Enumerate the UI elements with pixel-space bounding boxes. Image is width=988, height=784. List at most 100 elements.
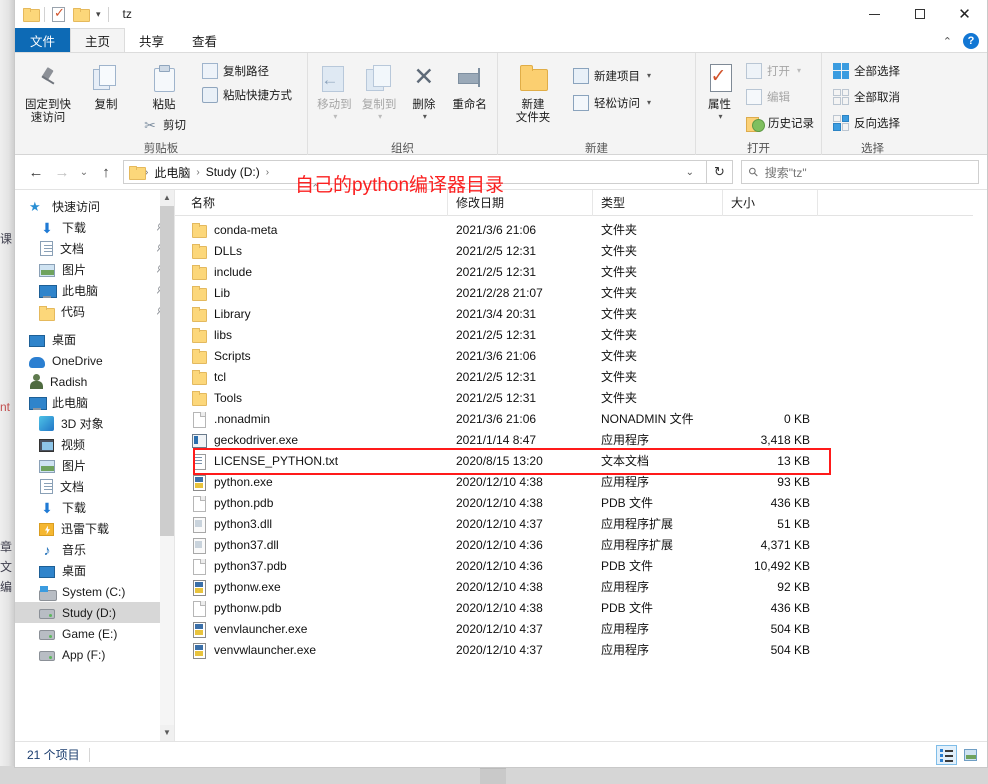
move-to-button[interactable]: 移动到 ▾	[312, 57, 357, 121]
scroll-down-arrow-icon[interactable]: ▼	[160, 725, 174, 741]
scroll-track[interactable]	[160, 206, 174, 725]
properties-button[interactable]: 属性 ▾	[700, 57, 739, 121]
select-all-button[interactable]: 全部选择	[830, 60, 903, 81]
new-folder-icon[interactable]	[72, 6, 90, 23]
column-size[interactable]: 大小	[723, 189, 818, 216]
file-row[interactable]: Scripts 2021/3/6 21:06 文件夹	[175, 345, 987, 366]
breadcrumb-this-pc[interactable]: 此电脑	[149, 164, 195, 181]
nav-item-study-d-[interactable]: Study (D:)	[15, 602, 174, 623]
search-box[interactable]: ⚲ 搜索"tz"	[741, 160, 979, 184]
nav-item-3d-[interactable]: 3D 对象	[15, 413, 174, 434]
nav-item--[interactable]: 文档	[15, 476, 174, 497]
nav-item--[interactable]: 此电脑	[15, 392, 174, 413]
nav-item--[interactable]: ⬇下载⚲	[15, 217, 174, 238]
nav-item--[interactable]: 视频	[15, 434, 174, 455]
chevron-down-icon[interactable]: ▾	[718, 112, 722, 121]
copy-to-button[interactable]: 复制到 ▾	[357, 57, 402, 121]
nav-item--[interactable]: 桌面	[15, 329, 174, 350]
help-icon[interactable]: ?	[963, 33, 979, 49]
file-row[interactable]: libs 2021/2/5 12:31 文件夹	[175, 324, 987, 345]
file-row[interactable]: pythonw.pdb 2020/12/10 4:38 PDB 文件 436 KB	[175, 597, 987, 618]
file-row[interactable]: pythonw.exe 2020/12/10 4:38 应用程序 92 KB	[175, 576, 987, 597]
file-list-scrollbar[interactable]	[973, 190, 987, 741]
chevron-up-icon[interactable]: ⌃	[943, 35, 952, 48]
nav-item-game-e-[interactable]: Game (E:)	[15, 623, 174, 644]
delete-button[interactable]: ✕ 删除 ▾	[402, 57, 447, 122]
tiles-view-button[interactable]	[960, 745, 981, 765]
back-button[interactable]: ←	[23, 159, 49, 185]
file-row[interactable]: venvlauncher.exe 2020/12/10 4:37 应用程序 504 K…	[175, 618, 987, 639]
details-view-button[interactable]	[936, 744, 957, 765]
tab-file[interactable]: 文件	[15, 28, 71, 52]
navigation-scrollbar[interactable]: ▲ ▼	[160, 190, 174, 741]
nav-item--[interactable]: 图片⚲	[15, 259, 174, 280]
file-row[interactable]: tcl 2021/2/5 12:31 文件夹	[175, 366, 987, 387]
nav-item--[interactable]: 此电脑⚲	[15, 280, 174, 301]
column-type[interactable]: 类型	[593, 189, 723, 216]
nav-item-app-f-[interactable]: App (F:)	[15, 644, 174, 665]
rename-button[interactable]: 重命名	[446, 57, 493, 112]
cut-button[interactable]: ✂ 剪切	[139, 114, 189, 135]
invert-selection-button[interactable]: 反向选择	[830, 112, 903, 133]
easy-access-button[interactable]: 轻松访问 ▾	[570, 92, 654, 113]
properties-icon[interactable]	[50, 5, 67, 23]
close-button[interactable]: ✕	[942, 0, 987, 28]
nav-item--[interactable]: ⬇ 下载	[15, 497, 174, 518]
minimize-button[interactable]	[852, 0, 897, 28]
history-button[interactable]: 历史记录	[743, 112, 817, 133]
copy-path-button[interactable]: 复制路径	[199, 60, 295, 81]
file-row[interactable]: geckodriver.exe 2021/1/14 8:47 应用程序 3,418 K…	[175, 429, 987, 450]
select-none-button[interactable]: 全部取消	[830, 86, 903, 107]
nav-item--[interactable]: 迅雷下载	[15, 518, 174, 539]
file-row[interactable]: python.pdb 2020/12/10 4:38 PDB 文件 436 KB	[175, 492, 987, 513]
nav-item--[interactable]: ♪ 音乐	[15, 539, 174, 560]
open-button[interactable]: 打开 ▾	[743, 60, 817, 81]
chevron-down-icon[interactable]: ▾	[333, 112, 337, 121]
file-row[interactable]: conda-meta 2021/3/6 21:06 文件夹	[175, 219, 987, 240]
chevron-down-icon[interactable]: ▾	[423, 112, 427, 121]
file-row[interactable]: venvwlauncher.exe 2020/12/10 4:37 应用程序 504 …	[175, 639, 987, 660]
nav-item--[interactable]: 文档⚲	[15, 238, 174, 259]
scroll-thumb[interactable]	[160, 206, 174, 536]
up-button[interactable]: ↑	[93, 159, 119, 185]
tab-share[interactable]: 共享	[125, 28, 178, 52]
nav-item--[interactable]: 图片	[15, 455, 174, 476]
file-row[interactable]: .nonadmin 2021/3/6 21:06 NONADMIN 文件 0 KB	[175, 408, 987, 429]
refresh-button[interactable]: ↻	[707, 160, 733, 184]
copy-button[interactable]: 复制	[77, 57, 135, 112]
paste-shortcut-button[interactable]: 粘贴快捷方式	[199, 84, 295, 105]
scroll-up-arrow-icon[interactable]: ▲	[160, 190, 174, 206]
nav-item--[interactable]: 桌面	[15, 560, 174, 581]
chevron-down-icon[interactable]: ▾	[94, 9, 103, 20]
file-row[interactable]: DLLs 2021/2/5 12:31 文件夹	[175, 240, 987, 261]
column-name[interactable]: 名称 ⌃	[183, 183, 448, 216]
recent-locations-button[interactable]: ⌄	[75, 159, 93, 185]
file-row[interactable]: LICENSE_PYTHON.txt 2020/8/15 13:20 文本文档 13 …	[175, 450, 987, 471]
file-row[interactable]: Lib 2021/2/28 21:07 文件夹	[175, 282, 987, 303]
file-row[interactable]: python.exe 2020/12/10 4:38 应用程序 93 KB	[175, 471, 987, 492]
tab-home[interactable]: 主页	[70, 28, 126, 52]
maximize-button[interactable]	[897, 0, 942, 28]
chevron-down-icon[interactable]: ⌄	[678, 167, 702, 178]
breadcrumb-study-d[interactable]: Study (D:)	[201, 165, 265, 179]
file-row[interactable]: Tools 2021/2/5 12:31 文件夹	[175, 387, 987, 408]
nav-item--[interactable]: ★ 快速访问	[15, 196, 174, 217]
column-date-modified[interactable]: 修改日期	[448, 189, 593, 216]
pin-to-quick-access-button[interactable]: 固定到快 速访问	[19, 57, 77, 125]
nav-item-radish[interactable]: Radish	[15, 371, 174, 392]
new-folder-button[interactable]: 新建 文件夹	[502, 57, 564, 125]
paste-button[interactable]: 粘贴	[135, 57, 193, 112]
nav-item-onedrive[interactable]: OneDrive	[15, 350, 174, 371]
search-input[interactable]: 搜索"tz"	[765, 164, 807, 181]
folder-icon[interactable]	[22, 6, 40, 23]
tab-view[interactable]: 查看	[178, 28, 231, 52]
file-row[interactable]: include 2021/2/5 12:31 文件夹	[175, 261, 987, 282]
nav-item-system-c-[interactable]: System (C:)	[15, 581, 174, 602]
chevron-down-icon[interactable]: ▾	[797, 66, 801, 75]
new-item-button[interactable]: 新建项目 ▾	[570, 65, 654, 86]
nav-item--[interactable]: 代码⚲	[15, 301, 174, 322]
chevron-down-icon[interactable]: ▾	[647, 98, 651, 107]
breadcrumb[interactable]: › 此电脑 › Study (D:) › ⌄	[123, 160, 707, 184]
file-row[interactable]: Library 2021/3/4 20:31 文件夹	[175, 303, 987, 324]
chevron-down-icon[interactable]: ▾	[647, 71, 651, 80]
